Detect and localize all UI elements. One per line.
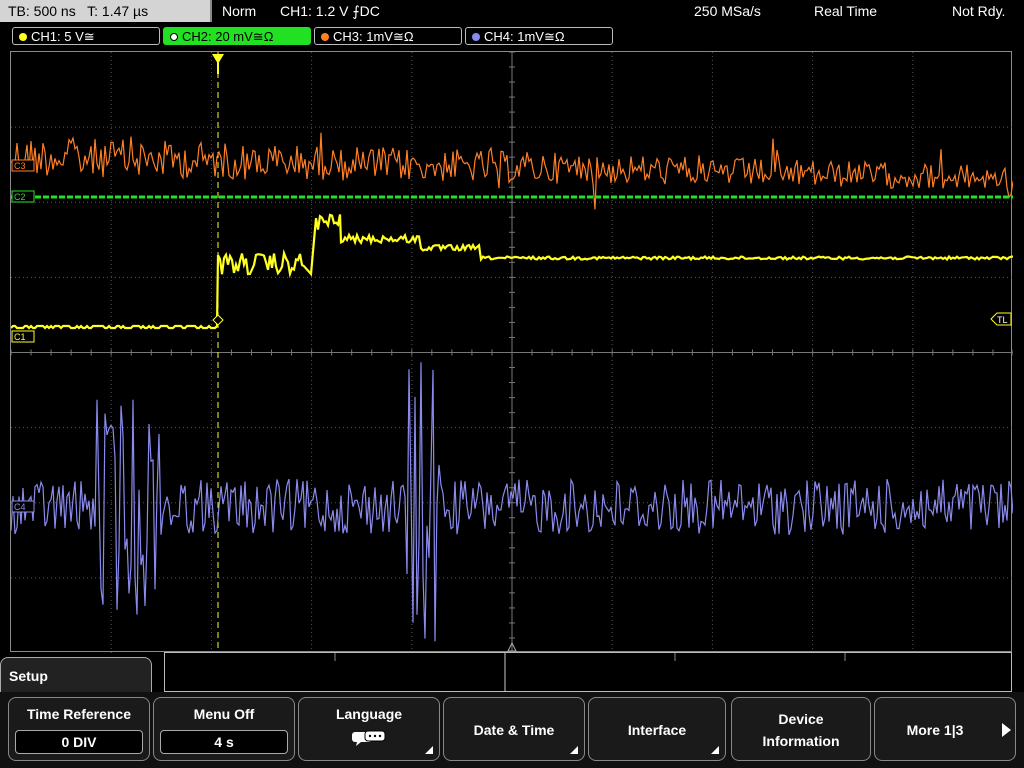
trigger-level-marker[interactable]: TL xyxy=(990,312,1012,326)
date-time-label: Date & Time xyxy=(473,722,555,738)
waveform-display[interactable]: C3 C2 C1 C4 TL xyxy=(10,51,1013,653)
svg-text:C4: C4 xyxy=(14,502,26,512)
channel-bar: CH1: 5 V≅ CH2: 20 mV≅Ω CH3: 1mV≅Ω CH4: 1… xyxy=(0,25,1024,49)
channel-4-badge[interactable]: CH4: 1mV≅Ω xyxy=(465,27,613,45)
submenu-corner-icon xyxy=(425,746,433,754)
interface-label: Interface xyxy=(627,722,687,738)
information-label: Information xyxy=(762,733,840,749)
status-bar: TB: 500 ns T: 1.47 µs Norm CH1: 1.2 V ⨍D… xyxy=(0,0,1024,24)
language-softkey[interactable]: Language xyxy=(298,697,440,761)
menu-off-label: Menu Off xyxy=(193,706,255,722)
menu-off-softkey[interactable]: Menu Off 4 s xyxy=(153,697,295,761)
submenu-corner-icon xyxy=(570,746,578,754)
ch2-ground-marker[interactable]: C2 xyxy=(11,190,35,203)
sample-rate: 250 MSa/s xyxy=(694,3,761,19)
submenu-corner-icon xyxy=(711,746,719,754)
trigger-mode[interactable]: Norm xyxy=(222,0,256,22)
date-time-softkey[interactable]: Date & Time xyxy=(443,697,585,761)
channel-4-dot-icon xyxy=(472,33,480,41)
ch4-ground-marker[interactable]: C4 xyxy=(11,500,35,513)
time-reference-softkey[interactable]: Time Reference 0 DIV xyxy=(8,697,150,761)
menu-off-value: 4 s xyxy=(160,730,288,754)
more-label: More 1|3 xyxy=(906,722,964,738)
ch1-ground-marker[interactable]: C1 xyxy=(11,330,35,343)
next-page-arrow-icon xyxy=(1002,723,1011,737)
svg-text:C2: C2 xyxy=(14,192,26,202)
trigger-time: T: 1.47 µs xyxy=(87,3,149,19)
channel-3-dot-icon xyxy=(321,33,329,41)
channel-2-label: CH2: 20 mV≅Ω xyxy=(182,29,274,44)
interface-softkey[interactable]: Interface xyxy=(588,697,726,761)
channel-4-label: CH4: 1mV≅Ω xyxy=(484,29,565,44)
more-softkey[interactable]: More 1|3 xyxy=(874,697,1016,761)
channel-3-badge[interactable]: CH3: 1mV≅Ω xyxy=(314,27,462,45)
device-information-softkey[interactable]: Device Information xyxy=(731,697,871,761)
auxiliary-panel xyxy=(164,652,1012,693)
waveform-svg: C3 C2 C1 C4 TL xyxy=(11,52,1013,653)
acquisition-mode: Real Time xyxy=(814,3,878,19)
timebase-box[interactable]: TB: 500 ns T: 1.47 µs xyxy=(0,0,212,22)
time-reference-value: 0 DIV xyxy=(15,730,143,754)
channel-1-dot-icon xyxy=(19,33,27,41)
menu-title: Setup xyxy=(9,668,48,684)
trigger-point-icon xyxy=(212,314,224,326)
svg-text:C3: C3 xyxy=(14,161,26,171)
timebase-value: TB: 500 ns xyxy=(8,3,76,19)
menu-title-tab: Setup xyxy=(0,657,152,697)
channel-1-label: CH1: 5 V≅ xyxy=(31,29,95,44)
channel-1-badge[interactable]: CH1: 5 V≅ xyxy=(12,27,160,45)
channel-3-label: CH3: 1mV≅Ω xyxy=(333,29,414,44)
svg-text:C1: C1 xyxy=(14,332,26,342)
device-label: Device xyxy=(778,711,824,727)
time-reference-label: Time Reference xyxy=(26,706,131,722)
channel-2-badge[interactable]: CH2: 20 mV≅Ω xyxy=(163,27,311,45)
softkey-bar: Time Reference 0 DIV Menu Off 4 s Langua… xyxy=(0,692,1024,768)
acquisition-state: Not Rdy. xyxy=(952,3,1006,19)
ch3-ground-marker[interactable]: C3 xyxy=(11,159,35,172)
language-label: Language xyxy=(335,706,403,722)
speech-bubbles-icon xyxy=(352,730,386,746)
channel-2-dot-icon xyxy=(170,33,178,41)
svg-text:TL: TL xyxy=(997,315,1008,325)
trigger-setting[interactable]: CH1: 1.2 V ⨍DC xyxy=(280,0,380,22)
